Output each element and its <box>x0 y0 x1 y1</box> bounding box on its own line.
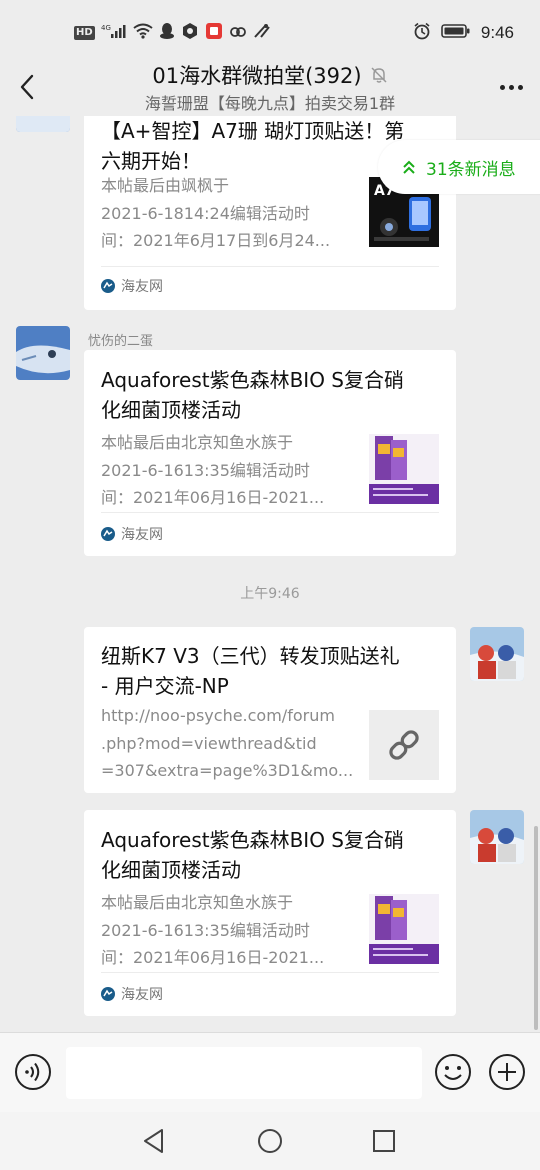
sender-avatar[interactable] <box>16 116 70 132</box>
system-recents-button[interactable] <box>367 1124 401 1158</box>
status-bar: HD 4G 9:46 <box>0 0 540 58</box>
sender-name: 忧伤的二蛋 <box>88 334 154 349</box>
smiley-icon <box>435 1054 471 1090</box>
card-description: 本帖最后由飒枫于 2021-6-1814:24编辑活动时 间：2021年6月17… <box>101 176 331 250</box>
card-divider <box>101 266 439 267</box>
battery-icon <box>441 23 471 43</box>
card-divider <box>101 512 439 513</box>
card-title: Aquaforest紫色森林BIO S复合硝 化细菌顶楼活动 <box>101 368 404 422</box>
card-title: 纽斯K7 V3（三代）转发顶贴送礼 - 用户交流-NP <box>101 644 400 698</box>
card-thumbnail <box>369 710 439 780</box>
card-title: Aquaforest紫色森林BIO S复合硝 化细菌顶楼活动 <box>101 828 404 882</box>
new-messages-button[interactable]: 31条新消息 <box>378 140 540 194</box>
square-recents-icon <box>373 1130 395 1152</box>
card-thumbnail <box>369 434 439 504</box>
baidu-netdisk-icon <box>229 23 247 43</box>
system-back-button[interactable] <box>137 1124 171 1158</box>
voice-icon <box>15 1054 51 1090</box>
card-description: http://noo-psyche.com/forum .php?mod=vie… <box>101 706 354 780</box>
source-name: 海友网 <box>121 527 163 543</box>
my-avatar[interactable] <box>470 810 524 864</box>
svg-text:4G: 4G <box>101 24 111 32</box>
message-list[interactable]: 【A+智控】A7珊 瑚灯顶贴送！第 六期开始！ 本帖最后由飒枫于 2021-6-… <box>0 116 540 1032</box>
card-source: 海友网 <box>101 984 163 1004</box>
source-name: 海友网 <box>121 987 163 1003</box>
status-left-icons: HD 4G <box>74 22 271 44</box>
red-app-icon <box>205 22 223 44</box>
message-timestamp: 上午9:46 <box>240 586 300 602</box>
double-chevron-up-icon <box>403 160 415 174</box>
more-options-button[interactable] <box>494 74 528 100</box>
card-description: 本帖最后由北京知鱼水族于 2021-6-1613:35编辑活动时 间：2021年… <box>101 433 325 507</box>
link-icon <box>389 730 419 760</box>
source-name: 海友网 <box>121 279 163 295</box>
shield-app-icon <box>181 22 199 44</box>
mute-bell-icon <box>371 67 387 83</box>
card-divider <box>101 972 439 973</box>
voice-input-button[interactable] <box>14 1053 52 1091</box>
triangle-back-icon <box>144 1129 163 1153</box>
source-logo-icon <box>101 279 115 293</box>
system-nav-bar <box>0 1112 540 1170</box>
chat-subtitle: 海誓珊盟【每晚九点】拍卖交易1群 <box>144 94 396 113</box>
system-home-button[interactable] <box>253 1124 287 1158</box>
more-actions-button[interactable] <box>488 1053 526 1091</box>
more-dots-icon <box>499 84 505 90</box>
message-input[interactable] <box>66 1047 422 1099</box>
card-thumbnail <box>369 894 439 964</box>
circle-home-icon <box>258 1129 282 1153</box>
alarm-icon <box>413 22 431 44</box>
source-logo-icon <box>101 527 115 541</box>
source-logo-icon <box>101 987 115 1001</box>
plus-icon <box>489 1054 525 1090</box>
chat-title: 01海水群微拍堂(392) <box>152 64 362 88</box>
card-title: 【A+智控】A7珊 瑚灯顶贴送！第 六期开始！ <box>101 119 405 173</box>
cell-signal-icon: 4G <box>101 23 127 43</box>
tools-icon <box>253 23 271 43</box>
card-description: 本帖最后由北京知鱼水族于 2021-6-1613:35编辑活动时 间：2021年… <box>101 893 325 967</box>
my-avatar[interactable] <box>470 627 524 681</box>
input-bar <box>0 1032 540 1112</box>
chat-screen: { "status_bar": { "hd_label": "HD", "net… <box>0 0 540 1170</box>
wifi-icon <box>133 23 153 43</box>
qq-icon <box>159 22 175 44</box>
emoji-button[interactable] <box>434 1053 472 1091</box>
card-source: 海友网 <box>101 524 163 544</box>
card-source: 海友网 <box>101 276 163 296</box>
hd-badge: HD <box>74 26 95 40</box>
title-row: 01海水群微拍堂(392) <box>0 60 540 90</box>
sender-avatar[interactable] <box>16 326 70 380</box>
link-card[interactable]: 纽斯K7 V3（三代）转发顶贴送礼 - 用户交流-NP http://noo-p… <box>84 627 456 793</box>
status-right-icons: 9:46 <box>413 22 514 44</box>
clock-time: 9:46 <box>480 23 514 42</box>
link-card[interactable]: Aquaforest紫色森林BIO S复合硝 化细菌顶楼活动 本帖最后由北京知鱼… <box>84 810 456 1016</box>
link-card[interactable]: Aquaforest紫色森林BIO S复合硝 化细菌顶楼活动 本帖最后由北京知鱼… <box>84 350 456 556</box>
new-messages-label: 31条新消息 <box>426 159 516 180</box>
scrollbar[interactable] <box>534 826 538 1030</box>
chat-header: 01海水群微拍堂(392) 海誓珊盟【每晚九点】拍卖交易1群 <box>0 58 540 116</box>
